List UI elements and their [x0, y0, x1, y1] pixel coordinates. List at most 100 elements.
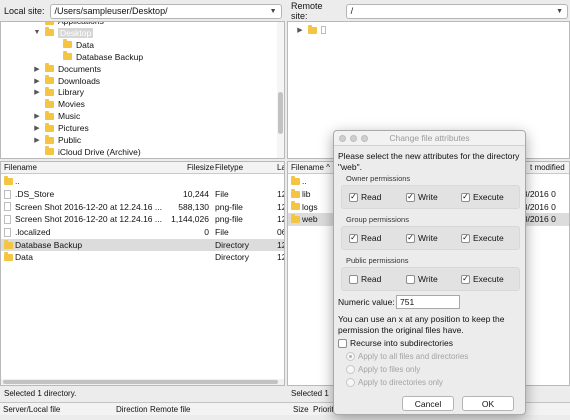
local-list-hscrollbar[interactable] — [1, 379, 284, 385]
intro-line-2: "web". — [338, 162, 362, 172]
remote-path-combobox[interactable]: / ▼ — [345, 3, 568, 19]
expand-arrow-icon[interactable]: ▶ — [33, 136, 41, 144]
tree-item[interactable]: ▶ Library — [33, 86, 84, 98]
group-permissions-group: ✓ Read ✓ Write ✓ Execute — [341, 226, 520, 250]
checkbox-box[interactable] — [349, 274, 358, 284]
owner-permissions-group: ✓ Read ✓ Write ✓ Execute — [341, 185, 520, 209]
public-read-checkbox[interactable]: Read — [349, 274, 381, 284]
checkbox-box[interactable]: ✓ — [461, 274, 470, 284]
table-row[interactable]: Screen Shot 2016-12-20 at 12.24.16 ... 1,… — [1, 213, 284, 226]
expand-arrow-icon[interactable]: ▶ — [33, 88, 41, 96]
expand-arrow-icon[interactable]: ▶ — [33, 124, 41, 132]
numeric-value-input[interactable]: 751 — [396, 295, 460, 309]
cell-filename: .localized — [15, 227, 51, 238]
radio-apply-all[interactable]: Apply to all files and directories — [346, 352, 468, 361]
col-size[interactable]: Size — [293, 405, 309, 414]
tree-item[interactable]: Data — [51, 39, 94, 51]
tree-item[interactable]: ▶ Pictures — [33, 122, 89, 134]
local-site-bar: Local site: /Users/sampleuser/Desktop/ ▼ — [4, 2, 282, 20]
tree-item[interactable]: ▶ Downloads — [33, 75, 100, 87]
tree-item[interactable]: ▶ Public — [33, 134, 81, 146]
checkbox-box[interactable]: ✓ — [349, 192, 358, 202]
dialog-title: Change file attributes — [389, 133, 470, 143]
col-remote-file[interactable]: Remote file — [150, 405, 190, 414]
checkbox-box[interactable]: ✓ — [349, 233, 358, 243]
remote-tree-root[interactable]: ▶ — [296, 24, 326, 36]
checkbox-box[interactable]: ✓ — [406, 192, 415, 202]
scrollbar-thumb[interactable] — [278, 92, 283, 134]
local-file-list[interactable]: Filename Filesize Filetype La ...DS_Stor… — [0, 161, 285, 386]
group-write-checkbox[interactable]: ✓ Write — [406, 233, 438, 243]
col-server-local-file[interactable]: Server/Local file — [3, 405, 60, 414]
col-direction[interactable]: Direction — [116, 405, 148, 414]
owner-permissions-label: Owner permissions — [346, 174, 411, 183]
radio-dot[interactable] — [346, 352, 355, 361]
remote-site-label: Remote site: — [291, 1, 323, 21]
owner-read-checkbox[interactable]: ✓ Read — [349, 192, 381, 202]
expand-arrow-icon[interactable]: ▶ — [33, 65, 41, 73]
folder-icon — [291, 201, 300, 211]
expand-arrow-icon[interactable]: ▶ — [33, 77, 41, 85]
checkbox-box[interactable]: ✓ — [461, 233, 470, 243]
zoom-icon[interactable] — [361, 135, 368, 142]
cell-modified: 12 — [277, 252, 284, 263]
group-execute-checkbox[interactable]: ✓ Execute — [461, 233, 504, 243]
col-filename[interactable]: Filename ^ — [291, 163, 330, 172]
minimize-icon[interactable] — [350, 135, 357, 142]
radio-files-only[interactable]: Apply to files only — [346, 365, 420, 374]
cell-filename: .. — [15, 176, 20, 187]
owner-write-checkbox[interactable]: ✓ Write — [406, 192, 438, 202]
tree-item-label: Pictures — [58, 123, 89, 134]
checkbox-box[interactable]: ✓ — [406, 233, 415, 243]
checkbox-box[interactable] — [406, 274, 415, 284]
recurse-checkbox[interactable]: Recurse into subdirectories — [338, 338, 453, 348]
cancel-button[interactable]: Cancel — [402, 396, 454, 411]
tree-item[interactable]: ▶ Documents — [33, 63, 101, 75]
tree-item[interactable]: iCloud Drive (Archive) — [33, 146, 141, 158]
col-filename[interactable]: Filename — [4, 163, 37, 172]
col-filesize[interactable]: Filesize — [187, 163, 214, 172]
table-row[interactable]: .DS_Store 10,244 File 12 — [1, 188, 284, 201]
col-filetype[interactable]: Filetype — [215, 163, 243, 172]
tree-item[interactable]: ▼ Desktop — [33, 27, 94, 39]
chevron-down-icon[interactable]: ▼ — [270, 8, 277, 15]
public-permissions-group: Read Write ✓ Execute — [341, 267, 520, 291]
radio-dot[interactable] — [346, 365, 355, 374]
checkbox-box[interactable]: ✓ — [461, 192, 470, 202]
selected-cursor-icon — [321, 26, 326, 34]
expand-arrow-icon[interactable]: ▶ — [33, 112, 41, 120]
chevron-down-icon[interactable]: ▼ — [556, 8, 563, 15]
public-execute-checkbox[interactable]: ✓ Execute — [461, 274, 504, 284]
cell-filename: logs — [302, 201, 318, 212]
radio-dirs-only[interactable]: Apply to directories only — [346, 378, 443, 387]
table-row[interactable]: .. — [1, 175, 284, 188]
table-row[interactable]: Data Directory 12 — [1, 251, 284, 264]
local-path-combobox[interactable]: /Users/sampleuser/Desktop/ ▼ — [49, 3, 282, 19]
table-row[interactable]: .localized 0 File 06 — [1, 226, 284, 239]
folder-icon — [4, 176, 13, 185]
cell-modified: 12 — [277, 201, 284, 212]
group-read-checkbox[interactable]: ✓ Read — [349, 233, 381, 243]
tree-item[interactable]: Movies — [33, 98, 85, 110]
folder-icon — [45, 75, 54, 84]
checkbox-box[interactable] — [338, 338, 347, 348]
local-tree-scrollbar[interactable] — [277, 22, 284, 158]
expand-arrow-icon[interactable]: ▼ — [33, 29, 41, 36]
local-tree-pane[interactable]: Applications ▼ Desktop Data Database Backup ▶… — [0, 21, 285, 159]
expand-arrow-icon[interactable]: ▶ — [296, 26, 304, 34]
radio-label: Apply to files only — [358, 365, 421, 374]
table-row[interactable]: Screen Shot 2016-12-20 at 12.24.16 ... 58… — [1, 200, 284, 213]
radio-dot[interactable] — [346, 378, 355, 387]
tree-item[interactable]: ▶ Music — [33, 110, 80, 122]
public-write-checkbox[interactable]: Write — [406, 274, 438, 284]
ok-button[interactable]: OK — [462, 396, 514, 411]
col-modified[interactable]: t modified — [530, 163, 565, 172]
close-icon[interactable] — [339, 135, 346, 142]
col-priority[interactable]: Priorit — [313, 405, 334, 414]
owner-execute-checkbox[interactable]: ✓ Execute — [461, 192, 504, 202]
tree-item[interactable]: Database Backup — [51, 51, 143, 63]
scrollbar-thumb[interactable] — [3, 380, 278, 384]
col-modified[interactable]: La — [277, 163, 284, 172]
table-row[interactable]: Database Backup Directory 12 — [1, 238, 284, 251]
read-label: Read — [361, 192, 382, 202]
